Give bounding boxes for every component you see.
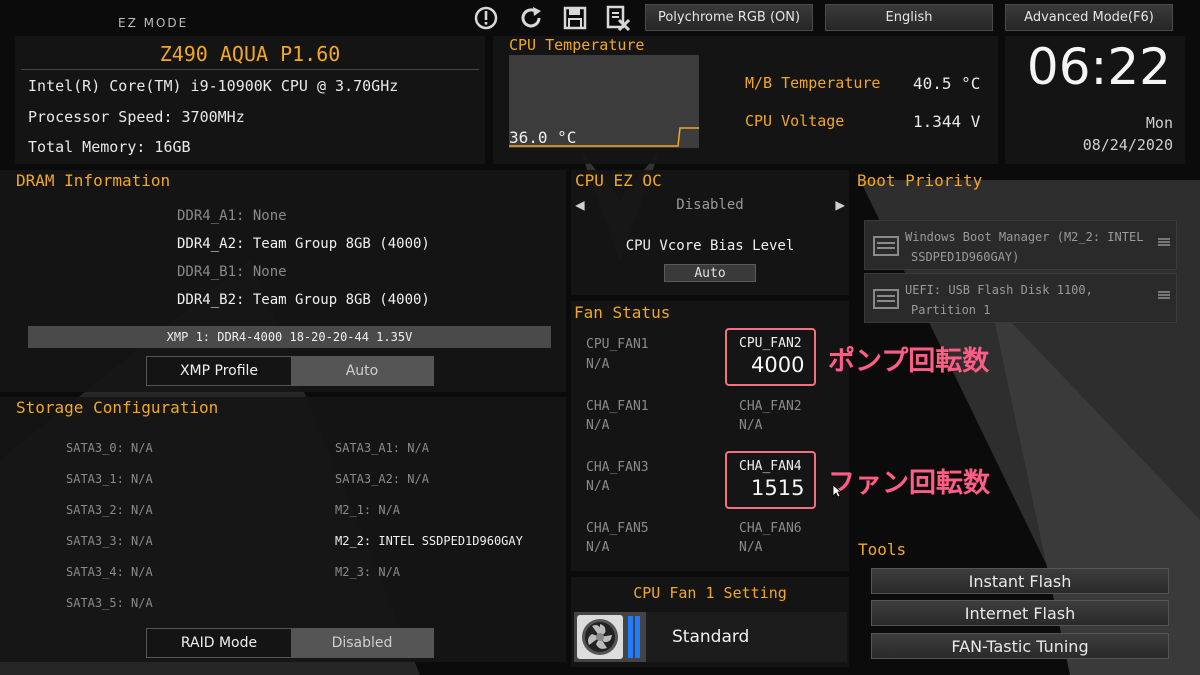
fan-name: CHA_FAN4 bbox=[739, 459, 802, 474]
vcore-bias-value[interactable]: Auto bbox=[664, 264, 756, 282]
dram-title: DRAM Information bbox=[16, 171, 171, 190]
fan-value: N/A bbox=[586, 418, 610, 433]
discard-exit-icon[interactable] bbox=[604, 5, 632, 32]
processor-speed: Processor Speed: 3700MHz bbox=[28, 108, 245, 126]
boot-item[interactable]: Windows Boot Manager (M2_2: INTEL SSDPED… bbox=[864, 220, 1177, 270]
tools-title: Tools bbox=[858, 540, 907, 559]
polychrome-rgb-button[interactable]: Polychrome RGB (ON) bbox=[645, 4, 813, 31]
warning-icon[interactable] bbox=[472, 5, 500, 31]
raid-mode-label: RAID Mode bbox=[147, 629, 291, 657]
board-name: Z490 AQUA P1.60 bbox=[159, 42, 341, 66]
mb-temp-label: M/B Temperature bbox=[745, 74, 881, 92]
fan-value: 4000 bbox=[751, 353, 805, 377]
xmp-profile-toggle[interactable]: XMP Profile Auto bbox=[146, 356, 434, 386]
cpu-fan-mode-selector[interactable]: Standard bbox=[574, 612, 847, 662]
storage-port: SATA3_1: N/A bbox=[66, 472, 153, 486]
cpu-voltage-value: 1.344 V bbox=[913, 112, 981, 131]
storage-port: M2_1: N/A bbox=[335, 503, 401, 517]
fan-tastic-tuning-button[interactable]: FAN-Tastic Tuning bbox=[871, 633, 1169, 659]
cpu-voltage-label: CPU Voltage bbox=[745, 112, 845, 130]
fan-icon bbox=[577, 615, 623, 659]
fan-name: CPU_FAN1 bbox=[586, 337, 649, 352]
drag-handle-icon[interactable] bbox=[1158, 238, 1170, 246]
boot-item[interactable]: UEFI: USB Flash Disk 1100, Partition 1 bbox=[864, 273, 1177, 323]
mb-temp-value: 40.5 °C bbox=[913, 74, 981, 93]
storage-port: SATA3_A2: N/A bbox=[335, 472, 429, 486]
storage-port: SATA3_5: N/A bbox=[66, 596, 153, 610]
clock-panel: 06:22 Mon 08/24/2020 bbox=[1005, 36, 1185, 164]
fan-rpm-annotation: ファン回転数 bbox=[828, 468, 990, 499]
fan-value: 1515 bbox=[751, 476, 805, 500]
cpu-model: Intel(R) Core(TM) i9-10900K CPU @ 3.70GH… bbox=[28, 77, 399, 95]
save-icon[interactable] bbox=[561, 5, 589, 31]
fan-name: CHA_FAN3 bbox=[586, 460, 649, 475]
xmp-info-bar: XMP 1: DDR4-4000 18-20-20-44 1.35V bbox=[28, 326, 551, 348]
xmp-profile-label: XMP Profile bbox=[147, 357, 291, 385]
fan-name: CHA_FAN1 bbox=[586, 399, 649, 414]
dram-slot-a2: DDR4_A2: Team Group 8GB (4000) bbox=[177, 236, 430, 252]
total-memory: Total Memory: 16GB bbox=[28, 138, 191, 156]
ez-mode-label: EZ MODE bbox=[118, 16, 189, 30]
cpu-ez-oc-value[interactable]: Disabled bbox=[571, 197, 849, 213]
clock-day: Mon bbox=[1145, 114, 1173, 132]
boot-priority-title: Boot Priority bbox=[857, 171, 983, 190]
fan-value: N/A bbox=[586, 479, 610, 494]
cpu-fan-mode-value[interactable]: Standard bbox=[646, 612, 847, 662]
clock-time: 06:22 bbox=[1026, 38, 1171, 96]
cpu-fan-setting-title: CPU Fan 1 Setting bbox=[633, 584, 787, 602]
storage-port: SATA3_A1: N/A bbox=[335, 441, 429, 455]
cpu-temp-value: 36.0 °C bbox=[509, 128, 577, 147]
boot-item-line: SSDPED1D960GAY) bbox=[911, 250, 1020, 264]
fan-status-title: Fan Status bbox=[574, 303, 671, 322]
storage-panel: Storage Configuration SATA3_0: N/A SATA3… bbox=[0, 397, 566, 662]
boot-item-line: UEFI: USB Flash Disk 1100, bbox=[905, 283, 1093, 297]
boot-item-line: Partition 1 bbox=[911, 303, 991, 317]
system-info-panel: Z490 AQUA P1.60 Intel(R) Core(TM) i9-109… bbox=[15, 36, 485, 164]
internet-flash-button[interactable]: Internet Flash bbox=[871, 600, 1169, 626]
drive-icon bbox=[873, 236, 899, 256]
drag-handle-icon[interactable] bbox=[1158, 291, 1170, 299]
vcore-bias-label: CPU Vcore Bias Level bbox=[625, 238, 795, 254]
fan-name: CHA_FAN5 bbox=[586, 521, 649, 536]
fan-value: N/A bbox=[586, 357, 610, 372]
cpu-ez-oc-title: CPU EZ OC bbox=[575, 171, 662, 190]
storage-port: M2_2: INTEL SSDPED1D960GAY bbox=[335, 534, 523, 548]
raid-mode-toggle[interactable]: RAID Mode Disabled bbox=[146, 628, 434, 658]
fan-level-bar bbox=[635, 616, 640, 658]
mouse-cursor-icon bbox=[832, 484, 842, 498]
language-button[interactable]: English bbox=[825, 4, 993, 31]
storage-port: SATA3_0: N/A bbox=[66, 441, 153, 455]
fan-name: CHA_FAN6 bbox=[739, 521, 802, 536]
cpu-temperature-panel: CPU Temperature 36.0 °C M/B Temperature … bbox=[493, 36, 998, 164]
dram-slot-b2: DDR4_B2: Team Group 8GB (4000) bbox=[177, 292, 430, 308]
instant-flash-button[interactable]: Instant Flash bbox=[871, 568, 1169, 594]
pump-rpm-annotation: ポンプ回転数 bbox=[828, 346, 990, 377]
dram-slot-a1: DDR4_A1: None bbox=[177, 208, 287, 224]
xmp-profile-value[interactable]: Auto bbox=[291, 357, 433, 385]
fan-value: N/A bbox=[586, 540, 610, 555]
arrow-right-icon[interactable]: ▶ bbox=[835, 195, 845, 214]
cpu-temp-title: CPU Temperature bbox=[509, 36, 645, 54]
fan-value: N/A bbox=[739, 418, 763, 433]
dram-panel: DRAM Information DDR4_A1: None DDR4_A2: … bbox=[0, 170, 566, 392]
storage-port: SATA3_2: N/A bbox=[66, 503, 153, 517]
refresh-icon[interactable] bbox=[517, 5, 545, 31]
fan-name: CPU_FAN2 bbox=[739, 336, 802, 351]
raid-mode-value[interactable]: Disabled bbox=[291, 629, 433, 657]
clock-date: 08/24/2020 bbox=[1082, 136, 1173, 154]
fan-value: N/A bbox=[739, 540, 763, 555]
storage-title: Storage Configuration bbox=[16, 398, 219, 417]
cpu-ez-oc-panel: CPU EZ OC ◀ Disabled ▶ CPU Vcore Bias Le… bbox=[571, 170, 849, 295]
advanced-mode-button[interactable]: Advanced Mode(F6) bbox=[1005, 4, 1173, 31]
storage-port: M2_3: N/A bbox=[335, 565, 401, 579]
dram-slot-b1: DDR4_B1: None bbox=[177, 264, 287, 280]
storage-port: SATA3_4: N/A bbox=[66, 565, 153, 579]
storage-port: SATA3_3: N/A bbox=[66, 534, 153, 548]
drive-icon bbox=[873, 289, 899, 309]
fan-name: CHA_FAN2 bbox=[739, 399, 802, 414]
fan-level-bar bbox=[628, 616, 633, 658]
boot-item-line: Windows Boot Manager (M2_2: INTEL bbox=[905, 230, 1144, 244]
